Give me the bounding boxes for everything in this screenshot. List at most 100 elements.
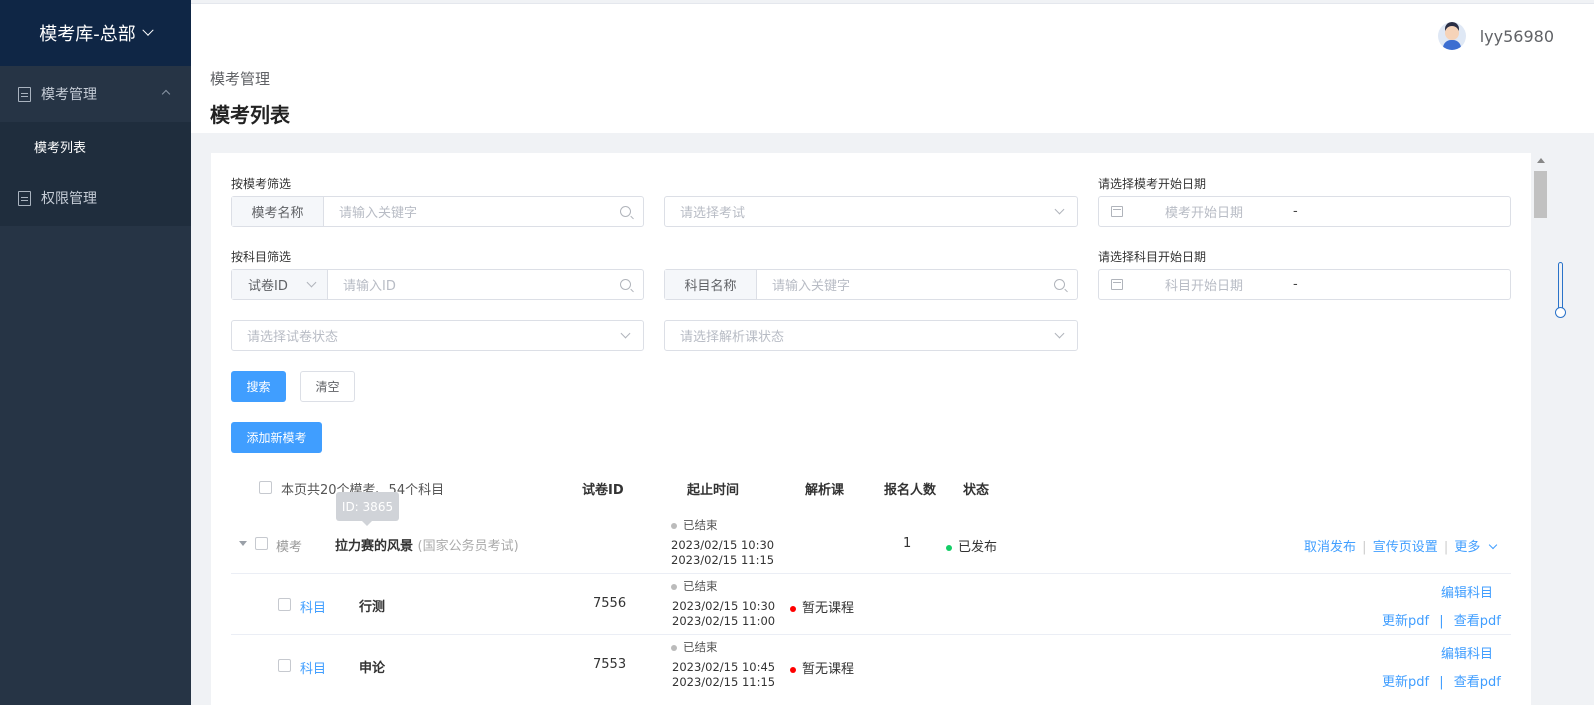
lesson-status: 暂无课程 [790, 658, 854, 677]
mock-name[interactable]: 拉力赛的风景 (国家公务员考试) [335, 535, 519, 554]
row-checkbox[interactable] [255, 537, 268, 550]
subject-name: 行测 [359, 600, 386, 615]
status-dot-icon [671, 583, 677, 590]
expand-caret-icon[interactable] [239, 541, 247, 546]
filter-label-subject: 按科目筛选 [231, 250, 292, 264]
chevron-down-icon [620, 328, 631, 339]
status-dot-icon [671, 644, 677, 651]
user-menu[interactable]: lyy56980 [1437, 22, 1554, 50]
calendar-icon [1111, 279, 1123, 290]
page-title: 模考列表 [210, 103, 290, 127]
row-checkbox[interactable] [278, 659, 291, 672]
update-pdf-link[interactable]: 更新pdf [1382, 614, 1429, 629]
chevron-down-icon [1054, 204, 1065, 215]
content-card: 按模考筛选 模考名称 请输入关键字 请选择考试 请选择模考开始日期 模考开始日期… [211, 153, 1531, 705]
avatar [1437, 22, 1466, 50]
edit-subject-link[interactable]: 编辑科目 [1441, 582, 1493, 601]
calendar-icon [1111, 206, 1123, 217]
subject-name-placeholder: 请输入关键字 [772, 279, 851, 294]
time-status-text: 已结束 [683, 579, 718, 593]
row-type: 科目 [300, 601, 327, 616]
chevron-down-icon [306, 277, 317, 288]
brand-switcher[interactable]: 模考库-总部 [0, 0, 191, 66]
id-tooltip: ID: 3865 [336, 492, 399, 526]
more-label: 更多 [1454, 540, 1481, 555]
start-time: 2023/02/15 10:30 [671, 538, 775, 552]
filter-label-mock: 按模考筛选 [231, 177, 292, 191]
document-icon [18, 190, 31, 206]
mock-name-text: 拉力赛的风景 [335, 539, 414, 554]
edit-subject-link[interactable]: 编辑科目 [1441, 643, 1493, 662]
mock-date-placeholder: 模考开始日期 [1165, 206, 1244, 221]
action-divider: | [1443, 540, 1449, 555]
status-text: 已发布 [958, 540, 998, 555]
sidebar-group-mock-management[interactable]: 模考管理 [0, 66, 191, 122]
thermometer-icon [1555, 262, 1566, 318]
page-header: lyy56980 模考管理 模考列表 [191, 3, 1594, 133]
subject-date-range[interactable]: 科目开始日期 - [1098, 269, 1511, 300]
no-lesson-dot-icon [790, 605, 796, 612]
clear-button[interactable]: 清空 [300, 371, 355, 402]
search-button[interactable]: 搜索 [231, 371, 286, 402]
lesson-status-placeholder: 请选择解析课状态 [680, 330, 785, 345]
row-divider [231, 573, 1511, 574]
select-all-checkbox[interactable] [259, 481, 272, 494]
action-divider: | [1362, 540, 1367, 555]
lesson-status: 暂无课程 [790, 597, 854, 616]
search-icon [620, 206, 631, 217]
paper-id-prepend: 试卷ID [248, 279, 288, 294]
breadcrumb[interactable]: 模考管理 [210, 68, 270, 89]
scrollbar-thumb[interactable] [1534, 171, 1547, 218]
subject-name-input[interactable]: 科目名称 请输入关键字 [664, 269, 1078, 300]
date-separator: - [1293, 277, 1298, 292]
sidebar-group-permission-management[interactable]: 权限管理 [0, 170, 191, 226]
view-pdf-link[interactable]: 查看pdf [1454, 614, 1501, 629]
lesson-status-select[interactable]: 请选择解析课状态 [664, 320, 1078, 351]
subject-date-placeholder: 科目开始日期 [1165, 279, 1244, 294]
mock-name-input[interactable]: 模考名称 请输入关键字 [231, 196, 644, 227]
mock-date-range[interactable]: 模考开始日期 - [1098, 196, 1511, 227]
time-status-text: 已结束 [683, 640, 718, 654]
mock-name-placeholder: 请输入关键字 [339, 206, 418, 221]
document-icon [18, 86, 31, 102]
paper-status-select[interactable]: 请选择试卷状态 [231, 320, 644, 351]
sidebar: 模考库-总部 模考管理 模考列表 权限管理 [0, 0, 191, 705]
update-pdf-link[interactable]: 更新pdf [1382, 675, 1429, 690]
mock-exam-name: (国家公务员考试) [417, 539, 519, 554]
end-time: 2023/02/15 11:15 [671, 553, 775, 567]
row-checkbox[interactable] [278, 598, 291, 611]
sidebar-item-mock-list[interactable]: 模考列表 [0, 122, 191, 170]
pdf-divider: | [1439, 675, 1444, 690]
scroll-up-arrow-icon[interactable] [1537, 158, 1545, 163]
username: lyy56980 [1479, 26, 1554, 46]
time-status: 已结束 [671, 517, 718, 533]
unpublish-link[interactable]: 取消发布 [1304, 540, 1356, 555]
date-separator: - [1293, 204, 1298, 219]
exam-select[interactable]: 请选择考试 [664, 196, 1078, 227]
more-dropdown[interactable]: 更多 [1454, 540, 1497, 555]
column-header-count: 报名人数 [884, 483, 937, 498]
row-type: 模考 [276, 540, 303, 555]
sidebar-item-label: 模考列表 [34, 140, 87, 156]
signup-count: 1 [903, 536, 912, 551]
search-icon [620, 279, 631, 290]
paper-id-input[interactable]: 试卷ID 请输入ID [231, 269, 644, 300]
view-pdf-link[interactable]: 查看pdf [1454, 675, 1501, 690]
time-status-text: 已结束 [683, 518, 718, 532]
paper-id-type-select[interactable]: 试卷ID [232, 270, 328, 299]
sidebar-group-label: 权限管理 [41, 191, 97, 207]
start-time: 2023/02/15 10:45 [672, 660, 776, 674]
pdf-divider: | [1439, 614, 1444, 629]
paper-status-placeholder: 请选择试卷状态 [247, 330, 339, 345]
end-time: 2023/02/15 11:15 [672, 675, 776, 689]
time-status: 已结束 [671, 578, 718, 594]
start-time: 2023/02/15 10:30 [672, 599, 776, 613]
subject-name-prepend: 科目名称 [665, 270, 757, 299]
sidebar-group-label: 模考管理 [41, 87, 97, 103]
add-mock-button[interactable]: 添加新模考 [231, 422, 322, 453]
column-header-time: 起止时间 [687, 483, 740, 498]
row-divider [231, 634, 1511, 635]
paper-id-placeholder: 请输入ID [343, 279, 396, 294]
promo-settings-link[interactable]: 宣传页设置 [1373, 540, 1438, 555]
row-actions: 取消发布 | 宣传页设置 | 更多 [1304, 536, 1497, 555]
